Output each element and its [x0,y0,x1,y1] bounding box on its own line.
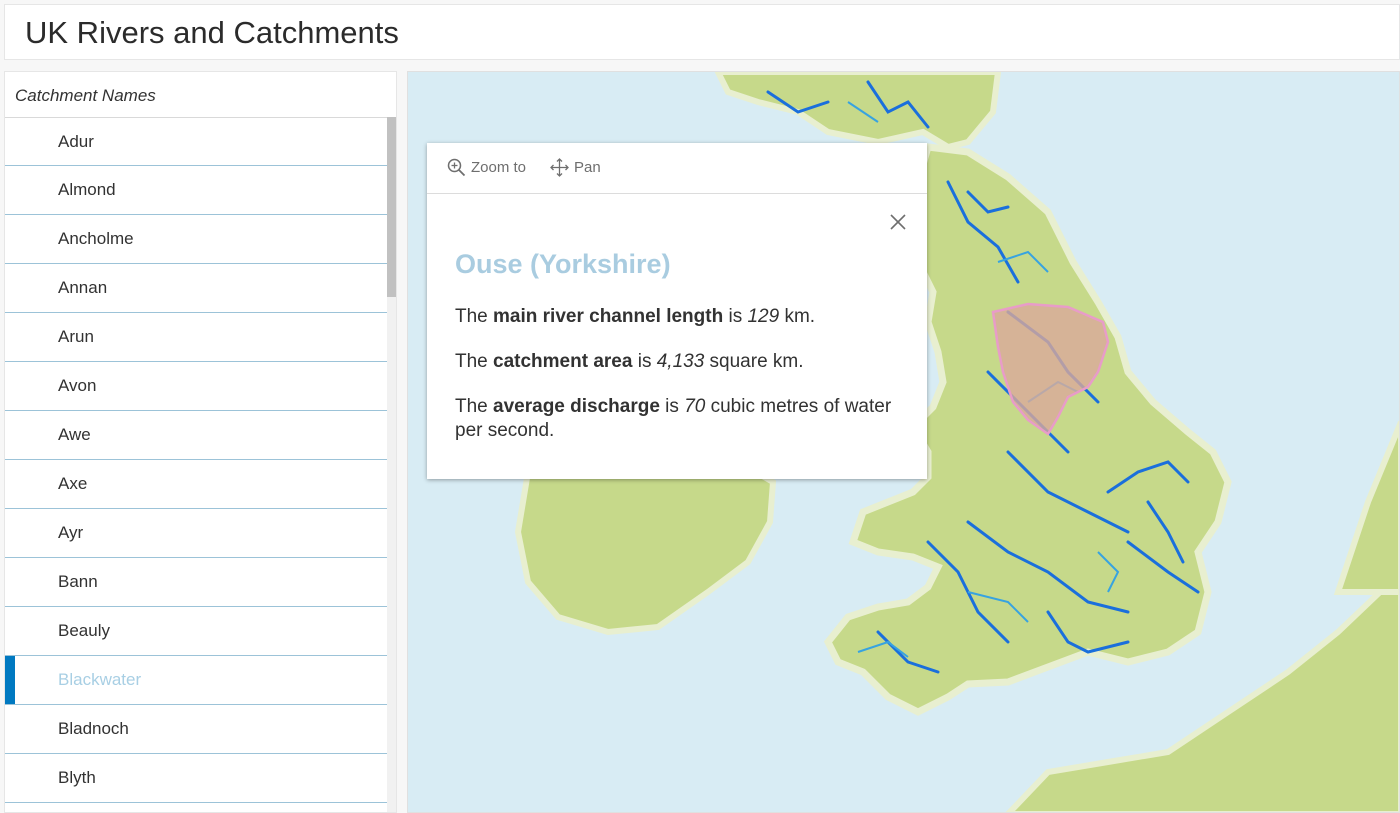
catchment-list-panel: Catchment Names Adur Almond Ancholme Ann… [4,71,397,813]
catchment-list: Adur Almond Ancholme Annan Arun Avon Awe… [5,117,389,803]
list-item-axe[interactable]: Axe [5,460,389,509]
list-item-label: Bladnoch [58,719,129,738]
list-title: Catchment Names [15,86,156,105]
list-scrollbar[interactable] [387,117,396,812]
average-discharge-value: 70 [684,396,706,417]
land-ireland [514,448,777,636]
list-item-label: Blackwater [58,670,142,689]
popup-toolbar: Zoom to Pan [427,143,927,194]
average-discharge-text: The average discharge is 70 cubic metres… [455,396,892,441]
channel-length-text: The main river channel length is 129 km. [455,306,816,327]
list-item-arun[interactable]: Arun [5,313,389,362]
channel-length-value: 129 [747,306,780,327]
list-item-label: Axe [58,474,88,493]
list-item-label: Almond [58,180,116,199]
list-item-avon[interactable]: Avon [5,362,389,411]
list-item-ancholme[interactable]: Ancholme [5,215,389,264]
list-item-label: Ancholme [58,229,134,248]
feature-popup: Zoom to Pan Ouse (Yorkshire) The main ri… [427,143,927,479]
pan-button[interactable]: Pan [550,158,601,177]
list-item-beauly[interactable]: Beauly [5,607,389,656]
list-item-blyth[interactable]: Blyth [5,754,389,803]
app-header: UK Rivers and Catchments [4,4,1400,60]
list-item-label: Avon [58,376,97,395]
list-item-almond[interactable]: Almond [5,166,389,215]
scrollbar-thumb[interactable] [387,117,396,297]
popup-title: Ouse (Yorkshire) [455,249,671,279]
list-item-adur[interactable]: Adur [5,117,389,166]
zoom-to-label: Zoom to [471,159,527,176]
list-item-label: Adur [58,132,94,151]
list-item-bladnoch[interactable]: Bladnoch [5,705,389,754]
list-item-label: Annan [58,278,108,297]
list-item-label: Ayr [58,523,84,542]
list-item-label: Beauly [58,621,110,640]
close-button[interactable] [889,213,907,236]
zoom-to-button[interactable]: Zoom to [447,158,526,177]
list-item-label: Arun [58,327,94,346]
list-item-awe[interactable]: Awe [5,411,389,460]
list-item-bann[interactable]: Bann [5,558,389,607]
catchment-area-value: 4,133 [656,351,705,372]
pan-arrows-icon [550,158,569,177]
list-item-annan[interactable]: Annan [5,264,389,313]
close-icon [890,214,906,230]
zoom-in-icon [447,158,466,177]
land-continent [1333,420,1399,595]
app-title: UK Rivers and Catchments [25,15,399,50]
list-item-label: Blyth [58,768,96,787]
catchment-area-text: The catchment area is 4,133 square km. [455,351,804,372]
list-item-label: Bann [58,572,98,591]
pan-label: Pan [574,159,601,176]
list-item-blackwater-selected[interactable]: Blackwater [5,656,389,705]
list-item-label: Awe [58,425,91,444]
list-item-ayr[interactable]: Ayr [5,509,389,558]
